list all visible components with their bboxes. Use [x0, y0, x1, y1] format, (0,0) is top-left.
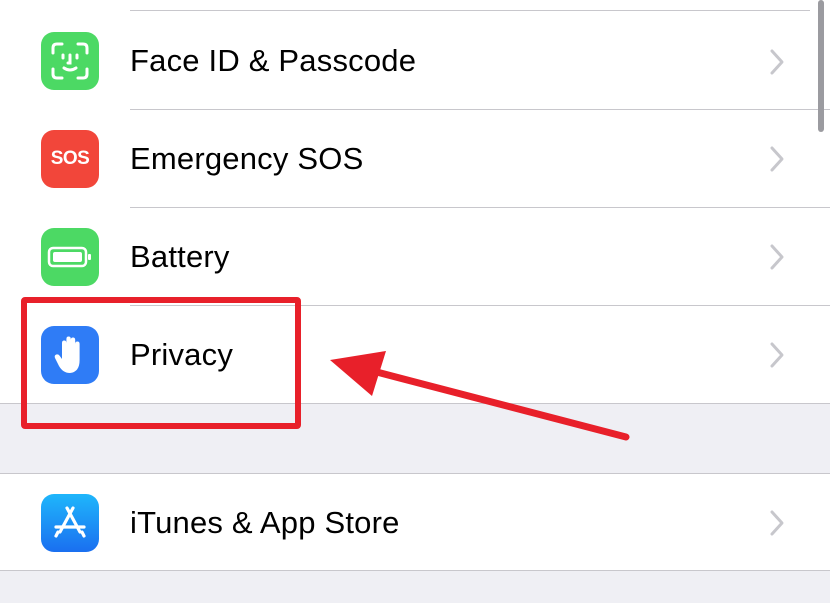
annotation-arrow-icon: [330, 351, 630, 441]
